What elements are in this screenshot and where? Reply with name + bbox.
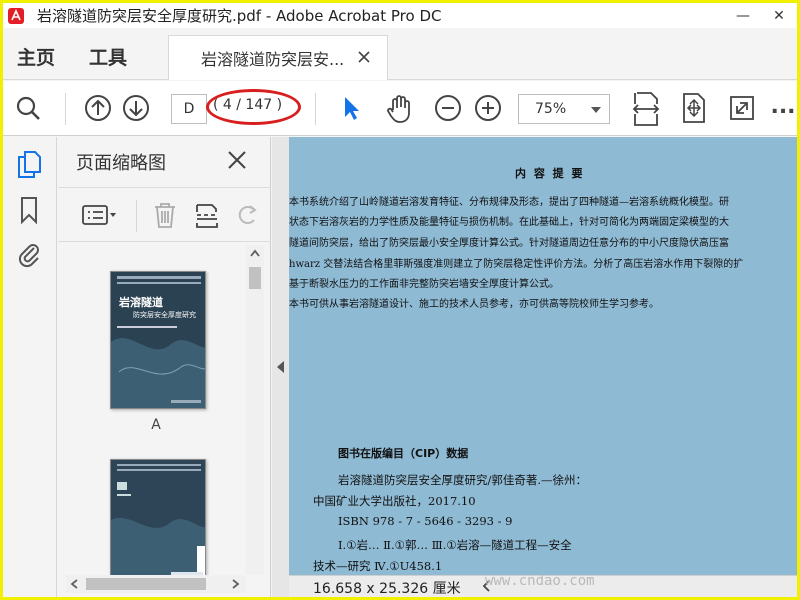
fit-width-button[interactable] (628, 89, 664, 129)
cip-line: Ⅰ.①岩… Ⅱ.①郭… Ⅲ.①岩溶—隧道工程—安全 (338, 538, 572, 552)
hand-icon (387, 95, 410, 123)
panel-collapse-handle[interactable] (272, 137, 289, 597)
thumbnail-page-2[interactable] (110, 459, 206, 575)
fit-page-button[interactable] (677, 91, 711, 125)
summary-line: 基于断裂水压力的工作面非完整防突岩墙安全厚度计算公式。 (289, 279, 559, 290)
title-bar: 岩溶隧道防突层安全厚度研究.pdf - Adobe Acrobat Pro DC… (3, 3, 797, 28)
document-tab-label: 岩溶隧道防突层安... (201, 50, 345, 69)
zoom-out-button[interactable] (433, 93, 463, 123)
zoom-out-icon (435, 95, 461, 121)
more-tools-button[interactable]: ... (770, 91, 795, 121)
hscrollbar-thumb[interactable] (86, 578, 206, 590)
fit-page-icon (683, 93, 705, 123)
search-icon (16, 96, 40, 120)
fit-width-icon (632, 92, 660, 126)
toolbar-separator (65, 93, 66, 125)
cover-image (111, 272, 205, 408)
scroll-up-icon[interactable] (250, 249, 260, 257)
app-window: 岩溶隧道防突层安全厚度研究.pdf - Adobe Acrobat Pro DC… (3, 3, 797, 597)
thumbnail-toolbar (58, 187, 271, 242)
page-thumbnails-button[interactable] (14, 149, 44, 179)
search-button[interactable] (13, 93, 43, 123)
delete-page-button[interactable] (150, 200, 180, 230)
trash-icon (155, 203, 175, 228)
summary-line: hwarz 交替法结合格里菲斯强度准则建立了防突层稳定性评价方法。分析了高压岩溶… (289, 259, 744, 270)
main-toolbar: D ( 4 / 147 ) 75% ... (3, 81, 797, 136)
hand-tool-button[interactable] (383, 93, 415, 125)
close-panel-icon[interactable] (226, 149, 248, 171)
scrollbar-thumb[interactable] (249, 267, 261, 289)
page-image (111, 460, 205, 575)
window-title: 岩溶隧道防突层安全厚度研究.pdf - Adobe Acrobat Pro DC (37, 7, 442, 25)
cip-line: 中国矿业大学出版社，2017.10 (313, 494, 476, 508)
thumbnail-hscrollbar[interactable] (66, 575, 246, 593)
thumbnail-page-1[interactable]: 岩溶隧道 防突层安全厚度研究 (110, 271, 206, 409)
collapse-left-icon (277, 361, 284, 373)
thumbnail-options-button[interactable] (80, 200, 120, 230)
thumbnail-label: A (151, 417, 161, 433)
previous-page-button[interactable] (83, 93, 113, 123)
summary-line: 本书系统介绍了山岭隧道岩溶发育特征、分布规律及形态，提出了四种隧道—岩溶系统概化… (289, 197, 729, 208)
page-thumbnails-panel: 页面缩略图 岩溶隧道 防突层安全厚度研究 A (58, 137, 271, 597)
scroll-left-icon[interactable] (70, 579, 78, 589)
red-highlight-annotation (206, 89, 301, 125)
page-size-readout: 16.658 x 25.326 厘米 (313, 581, 461, 597)
paperclip-icon (18, 244, 39, 268)
bookmark-icon (21, 197, 37, 224)
document-tab[interactable]: 岩溶隧道防突层安... (168, 35, 388, 80)
tools-tab[interactable]: 工具 (89, 43, 127, 70)
zoom-in-icon (475, 95, 501, 121)
close-window-button[interactable]: ✕ (761, 3, 797, 28)
page-heading: 内 容 提 要 (515, 167, 585, 180)
select-tool-button[interactable] (336, 93, 366, 123)
toolbar-separator (136, 200, 137, 232)
zoom-value: 75% (535, 101, 567, 117)
thumbnail-list: 岩溶隧道 防突层安全厚度研究 A (58, 245, 254, 575)
cip-heading: 图书在版编目（CIP）数据 (338, 447, 469, 460)
cover-title: 岩溶隧道 (119, 296, 163, 309)
window-controls: — ✕ (725, 3, 797, 28)
home-tab[interactable]: 主页 (17, 43, 55, 70)
cursor-arrow-icon (345, 97, 359, 120)
watermark-text: www.cndao.com (485, 573, 595, 589)
page-number-input[interactable]: D (171, 94, 207, 124)
acrobat-app-icon (5, 5, 27, 27)
scroll-right-icon[interactable] (232, 579, 240, 589)
arrow-down-circle-icon (123, 95, 149, 121)
attachments-button[interactable] (14, 239, 44, 269)
summary-line: 状态下岩溶灰岩的力学性质及能量特征与损伤机制。在此基础上，针对可简化为两端固定梁… (289, 217, 729, 228)
page-thumbnails-icon (18, 151, 41, 178)
page-extract-icon (196, 204, 218, 228)
document-view[interactable]: 内 容 提 要 本书系统介绍了山岭隧道岩溶发育特征、分布规律及形态，提出了四种隧… (289, 137, 797, 575)
list-options-icon (82, 205, 116, 225)
zoom-in-button[interactable] (473, 93, 503, 123)
rotate-icon (238, 205, 257, 224)
close-tab-icon[interactable] (355, 48, 373, 66)
minimize-button[interactable]: — (725, 3, 761, 28)
cover-subtitle: 防突层安全厚度研究 (133, 311, 196, 319)
navigation-rail (3, 137, 57, 597)
full-screen-button[interactable] (725, 91, 759, 125)
rotate-page-button[interactable] (232, 200, 262, 230)
toolbar-separator (315, 93, 316, 125)
summary-line: 隧道间防突层，给出了防突层最小安全厚度计算公式。针对隧道周边任意分布的中小尺度隐… (289, 238, 729, 249)
arrow-up-circle-icon (85, 95, 111, 121)
menu-tab-bar: 主页 工具 岩溶隧道防突层安... (3, 28, 797, 80)
chevron-down-icon (591, 107, 601, 113)
bookmarks-button[interactable] (14, 195, 44, 225)
extract-page-button[interactable] (192, 200, 222, 230)
summary-line: 本书可供从事岩溶隧道设计、施工的技术人员参考，亦可供高等院校师生学习参考。 (289, 299, 659, 310)
cip-line: 岩溶隧道防突层安全厚度研究/郭佳奇著.—徐州： (338, 473, 588, 487)
next-page-button[interactable] (121, 93, 151, 123)
cip-line: ISBN 978 - 7 - 5646 - 3293 - 9 (338, 514, 513, 528)
panel-title: 页面缩略图 (76, 153, 166, 174)
cip-line: 技术—研究 Ⅳ.①U458.1 (313, 559, 443, 573)
zoom-select[interactable]: 75% (518, 94, 610, 124)
pdf-page: 内 容 提 要 本书系统介绍了山岭隧道岩溶发育特征、分布规律及形态，提出了四种隧… (289, 137, 797, 575)
thumbnail-scrollbar[interactable] (246, 245, 264, 575)
expand-icon (730, 96, 754, 120)
